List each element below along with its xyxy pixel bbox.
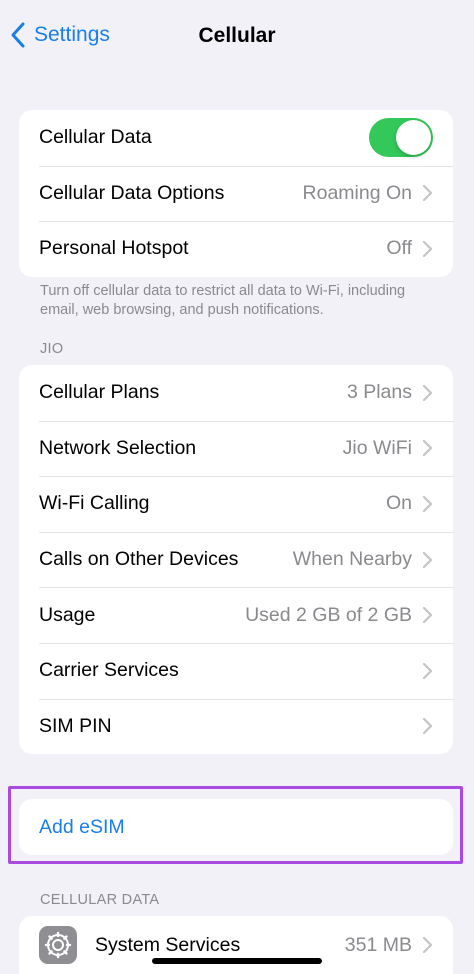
network-selection-value: Jio WiFi: [342, 436, 412, 459]
chevron-right-icon: [422, 718, 433, 735]
network-selection-row[interactable]: Network Selection Jio WiFi: [19, 420, 453, 477]
wifi-calling-label: Wi-Fi Calling: [39, 492, 150, 515]
sim-pin-row[interactable]: SIM PIN: [19, 698, 453, 755]
cellular-plans-row[interactable]: Cellular Plans 3 Plans: [19, 365, 453, 421]
cellular-data-toggle[interactable]: [369, 118, 433, 158]
personal-hotspot-value: Off: [386, 237, 412, 260]
cellular-data-options-label: Cellular Data Options: [39, 181, 225, 204]
add-esim-button[interactable]: Add eSIM: [19, 799, 453, 855]
chevron-right-icon: [422, 551, 433, 568]
cellular-data-options-value: Roaming On: [302, 181, 412, 204]
calls-on-other-devices-label: Calls on Other Devices: [39, 548, 239, 571]
chevron-right-icon: [422, 384, 433, 401]
chevron-right-icon: [422, 185, 433, 202]
system-services-row[interactable]: System Services 351 MB: [19, 916, 453, 974]
calls-on-other-devices-row[interactable]: Calls on Other Devices When Nearby: [19, 531, 453, 588]
system-services-label: System Services: [95, 933, 241, 956]
usage-label: Usage: [39, 603, 96, 626]
cellular-data-footnote: Turn off cellular data to restrict all d…: [40, 283, 406, 318]
navigation-bar: Settings Cellular: [0, 0, 474, 74]
cellular-data-usage-group: System Services 351 MB: [19, 916, 453, 974]
chevron-right-icon: [422, 495, 433, 513]
chevron-right-icon: [422, 936, 433, 954]
usage-value: Used 2 GB of 2 GB: [245, 603, 412, 626]
home-indicator[interactable]: [152, 958, 322, 964]
usage-row[interactable]: Usage Used 2 GB of 2 GB: [19, 587, 453, 643]
cellular-plans-value: 3 Plans: [346, 381, 412, 404]
cellular-plans-label: Cellular Plans: [39, 381, 160, 404]
cellular-data-options-row[interactable]: Cellular Data Options Roaming On: [19, 165, 453, 222]
add-esim-label: Add eSIM: [39, 815, 125, 838]
personal-hotspot-label: Personal Hotspot: [39, 237, 189, 260]
wifi-calling-row[interactable]: Wi-Fi Calling On: [19, 476, 453, 532]
cellular-data-group: Cellular Data Cellular Data Options Roam…: [19, 110, 453, 277]
section-header-jio: JIO: [40, 341, 64, 357]
cellular-data-label: Cellular Data: [39, 126, 152, 149]
cellular-data-row: Cellular Data: [19, 110, 453, 166]
gear-icon: [39, 926, 77, 964]
section-header-cellular-data: CELLULAR DATA: [40, 892, 160, 908]
calls-on-other-devices-value: When Nearby: [292, 548, 412, 571]
chevron-right-icon: [422, 440, 433, 457]
carrier-services-label: Carrier Services: [39, 659, 179, 682]
chevron-right-icon: [422, 607, 433, 624]
sim-pin-label: SIM PIN: [39, 714, 112, 737]
chevron-right-icon: [422, 662, 433, 679]
network-selection-label: Network Selection: [39, 436, 197, 459]
page-title: Cellular: [198, 24, 276, 47]
chevron-right-icon: [422, 240, 433, 258]
screen: Settings Cellular Cellular Data Cellular…: [0, 0, 474, 974]
personal-hotspot-row[interactable]: Personal Hotspot Off: [19, 221, 453, 277]
toggle-knob: [396, 120, 431, 156]
system-services-value: 351 MB: [344, 933, 412, 956]
wifi-calling-value: On: [385, 492, 412, 515]
carrier-services-row[interactable]: Carrier Services: [19, 642, 453, 699]
jio-group: Cellular Plans 3 Plans Network Selection…: [19, 365, 453, 755]
